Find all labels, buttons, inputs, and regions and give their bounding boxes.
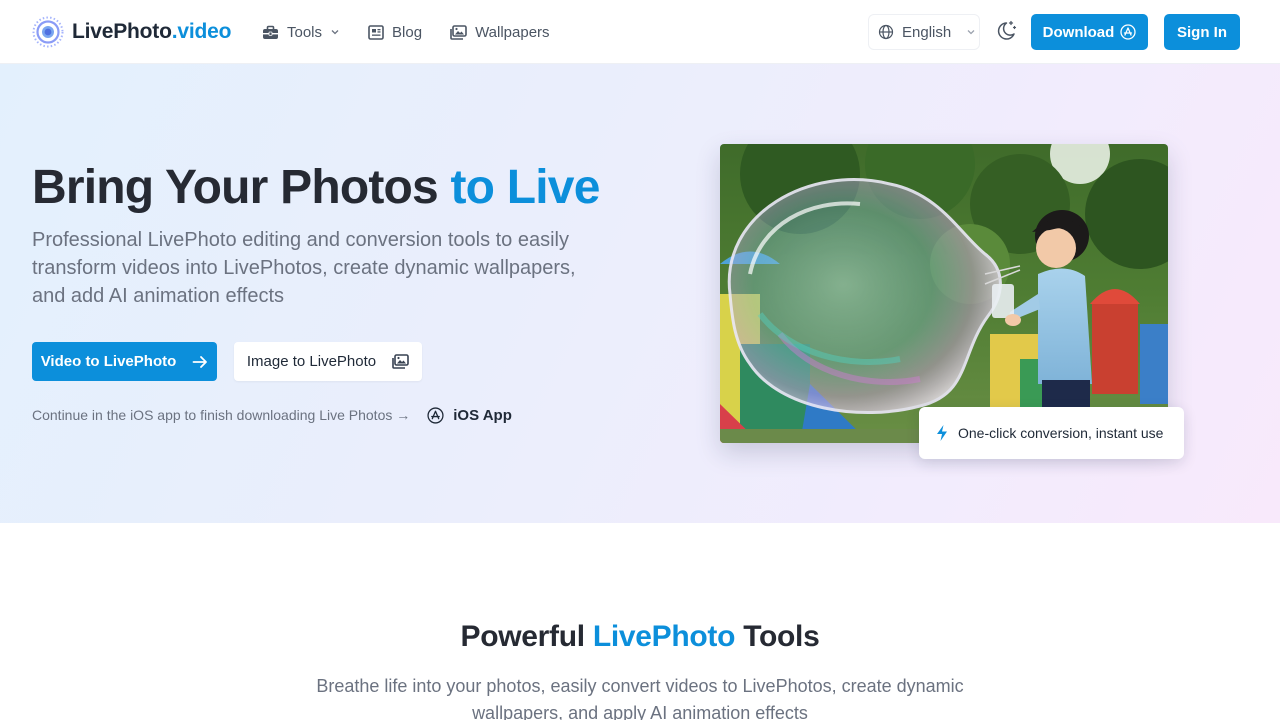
ios-app-label: iOS App xyxy=(453,406,512,424)
logo-text: LivePhoto.video xyxy=(72,20,232,43)
button-label: Video to LivePhoto xyxy=(40,353,177,370)
toolbox-icon xyxy=(263,25,278,39)
video-to-livephoto-button[interactable]: Video to LivePhoto xyxy=(32,342,217,381)
tools-section-title: Powerful LivePhoto Tools xyxy=(460,620,820,653)
tools-section-subtitle: Breathe life into your photos, easily co… xyxy=(316,676,964,720)
arrow-right-icon xyxy=(192,355,208,368)
hero-image xyxy=(720,144,1168,443)
nav-item-label: Tools xyxy=(287,23,323,41)
button-label: Image to LivePhoto xyxy=(246,353,377,370)
image-to-livephoto-button[interactable]: Image to LivePhoto xyxy=(234,342,422,381)
ios-app-note: Continue in the iOS app to finish downlo… xyxy=(32,405,512,425)
ios-app-link[interactable]: iOS App xyxy=(427,407,512,424)
ios-note-text: Continue in the iOS app to finish downlo… xyxy=(32,407,411,423)
badge-text: One-click conversion, instant use xyxy=(958,425,1164,441)
logo-icon xyxy=(32,16,64,48)
sign-in-label: Sign In xyxy=(1177,23,1227,41)
download-button[interactable]: Download xyxy=(1031,14,1148,50)
nav-item-blog[interactable]: Blog xyxy=(368,24,422,41)
language-selected: English xyxy=(902,23,952,41)
nav-item-label: Blog xyxy=(392,23,423,41)
images-icon xyxy=(392,354,409,369)
download-label: Download xyxy=(1042,23,1115,41)
chevron-down-icon xyxy=(967,30,975,35)
images-icon xyxy=(450,24,467,40)
hero-subtitle: Professional LivePhoto editing and conve… xyxy=(32,229,576,307)
site-header: LivePhoto.video Tools Blog Wallpapers En… xyxy=(0,0,1280,64)
hero-title: Bring Your Photos to Live xyxy=(32,161,600,214)
chevron-down-icon xyxy=(331,30,339,35)
bubble-playground-image xyxy=(720,144,1168,443)
site-logo[interactable]: LivePhoto.video xyxy=(32,15,231,49)
language-select[interactable]: English xyxy=(868,14,980,50)
lightning-icon xyxy=(937,425,947,441)
newspaper-icon xyxy=(368,24,384,40)
app-store-icon xyxy=(427,406,444,424)
theme-toggle[interactable] xyxy=(994,19,1018,43)
app-store-icon xyxy=(1120,24,1136,40)
nav-item-wallpapers[interactable]: Wallpapers xyxy=(450,23,550,41)
globe-icon xyxy=(878,24,894,40)
moon-stars-icon xyxy=(997,20,1017,40)
nav-item-tools[interactable]: Tools xyxy=(262,24,340,41)
feature-badge: One-click conversion, instant use xyxy=(919,407,1184,459)
sign-in-button[interactable]: Sign In xyxy=(1164,14,1240,50)
nav-item-label: Wallpapers xyxy=(475,23,550,41)
main-nav: Tools Blog Wallpapers xyxy=(262,20,550,44)
